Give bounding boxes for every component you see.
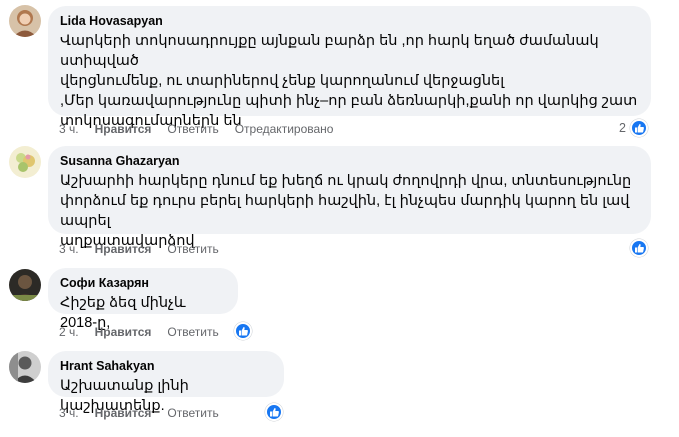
avatar[interactable] (9, 351, 41, 383)
comment-actions: 3 ч. Нравится Ответить Отредактировано (59, 122, 349, 136)
reply-button[interactable]: Ответить (167, 122, 218, 136)
like-button[interactable]: Нравится (95, 242, 152, 256)
comment-bubble: Hrant Sahakyan Աշխատանք լինի կաշխատենք. (48, 351, 284, 414)
thumbs-up-icon (265, 403, 283, 421)
reaction-summary[interactable]: 2 (619, 119, 648, 137)
comment-bubble: Susanna Ghazaryan Աշխարհի հարկերը դնում … (48, 146, 651, 249)
reply-button[interactable]: Ответить (167, 325, 218, 339)
reaction-summary[interactable] (234, 322, 252, 340)
comment-actions: 3 ч. Нравится Ответить (59, 242, 235, 256)
avatar[interactable] (9, 269, 41, 301)
edited-label: Отредактировано (234, 122, 334, 136)
comment-author[interactable]: Hrant Sahakyan (60, 358, 272, 374)
reply-button[interactable]: Ответить (167, 242, 218, 256)
like-button[interactable]: Нравится (95, 325, 152, 339)
avatar[interactable] (9, 5, 41, 37)
comment-actions: 2 ч. Нравится Ответить (59, 325, 235, 339)
comment-actions: 3 ч. Нравится Ответить (59, 406, 235, 420)
reaction-summary[interactable] (265, 403, 283, 421)
reaction-summary[interactable] (630, 239, 648, 257)
comment-author[interactable]: Lida Hovasapyan (60, 13, 639, 29)
like-button[interactable]: Нравится (95, 406, 152, 420)
comment-timestamp[interactable]: 3 ч. (59, 242, 79, 256)
thumbs-up-icon (234, 322, 252, 340)
comment-author[interactable]: Софи Казарян (60, 275, 226, 291)
like-button[interactable]: Нравится (95, 122, 152, 136)
comment-bubble: Lida Hovasapyan Վարկերի տոկոսադրույքը այ… (48, 6, 651, 129)
thumbs-up-icon (630, 239, 648, 257)
reply-button[interactable]: Ответить (167, 406, 218, 420)
comment-text: Վարկերի տոկոսադրույքը այնքան բարձր են ,ո… (60, 33, 638, 129)
reaction-count: 2 (619, 121, 626, 135)
thumbs-up-icon (629, 119, 648, 137)
comment-timestamp[interactable]: 2 ч. (59, 325, 79, 339)
comment-timestamp[interactable]: 3 ч. (59, 122, 79, 136)
comment-author[interactable]: Susanna Ghazaryan (60, 153, 639, 169)
comment-timestamp[interactable]: 3 ч. (59, 406, 79, 420)
comment-bubble: Софи Казарян Հիշեք ձեզ մինչև 2018-ը, (48, 268, 238, 331)
avatar[interactable] (9, 146, 41, 178)
comment-text: Աշխարհի հարկերը դնում եք խեղճ ու կրակ ժո… (60, 173, 632, 249)
